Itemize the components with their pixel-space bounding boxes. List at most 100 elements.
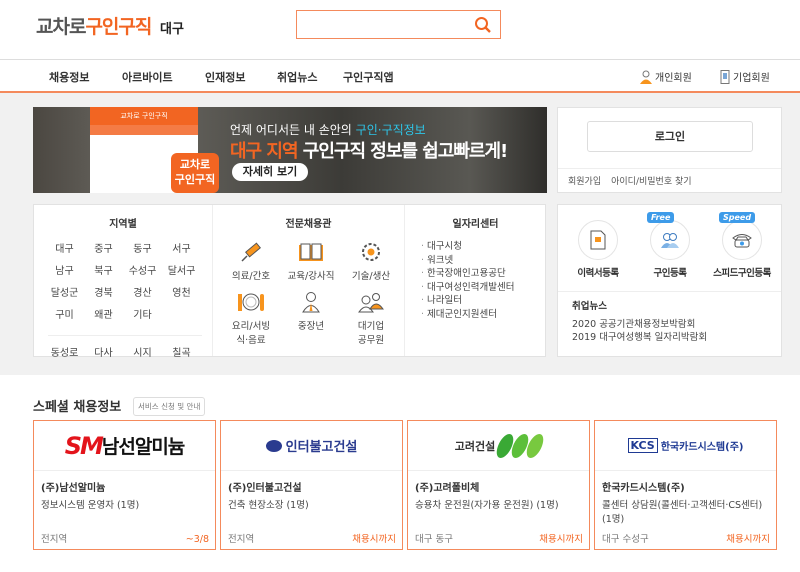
job-location: 대구 동구 [415,534,453,545]
person-tie-icon [281,290,341,314]
job-deadline: 채용시까지 [726,534,770,545]
region-item[interactable]: 왜관 [84,306,123,321]
promo-banner[interactable]: 교차로 구인구직 교차로 구인구직 언제 어디서든 내 손안의 구인·구직정보 대… [33,107,547,193]
region-item[interactable]: 서구 [162,240,201,255]
app-logo: 교차로 구인구직 [171,153,219,193]
jobcenter-label: 대구시청 [427,241,463,252]
nav-news[interactable]: 취업뉴스 [277,69,317,85]
jobcenter-label: 한국장애인고용공단 [427,268,506,279]
news-section: 취업뉴스 2020 공공기관채용정보박람회 2019 대구여성행복 일자리박람회 [558,291,781,344]
news-item[interactable]: 2020 공공기관채용정보박람회 [572,318,781,331]
banner-detail-button[interactable]: 자세히 보기 [232,163,308,181]
login-box: 로그인 회원가입 아이디/비밀번호 찾기 [557,107,782,193]
resume-register-button[interactable]: 이력서등록 [568,220,628,279]
speed-register-button[interactable]: Speed 스피드구인등록 [712,212,772,279]
special-category-label: 요리/서빙 식·음료 [231,321,271,346]
job-card[interactable]: SM 남선알미늄 (주)남선알미늄 정보시스템 운영자 (1명) 전지역 ~3/8 [33,420,216,550]
region-item[interactable]: 동성로 [45,344,84,359]
syringe-icon [221,240,281,264]
job-deadline: 채용시까지 [352,534,396,545]
job-location: 전지역 [228,534,255,545]
job-title: 콜센터 상담원(콜센터·고객센터·CS센터) (1명) [602,500,763,525]
nav-talent[interactable]: 인재정보 [205,69,245,85]
person-icon [640,70,652,84]
jobcenter-label: 제대군인지원센터 [427,308,497,320]
jobcenter-link[interactable]: · 대구여성인력개발센터 [421,281,546,295]
banner-line1: 언제 어디서든 내 손안의 구인·구직정보 [230,123,426,137]
special-category-label: 교육/강사직 [287,271,335,282]
company-logo: SM 남선알미늄 [34,421,215,471]
region-item[interactable]: 수성구 [123,262,162,277]
region-item[interactable]: 중구 [84,240,123,255]
region-item[interactable]: 북구 [84,262,123,277]
company-member-link[interactable]: 기업회원 [720,69,770,84]
jobcenter-section: 일자리센터 · 대구시청 · 워크넷 · 한국장애인고용공단 · 대구여성인력개발센터… [405,205,546,356]
region-item[interactable]: 달성군 [45,284,84,299]
region-item[interactable]: 기타 [123,306,162,321]
document-icon [590,230,606,250]
special-category-label: 기술/생산 [351,271,391,282]
region-item[interactable]: 달서구 [162,262,201,277]
nav-jobs[interactable]: 채용정보 [49,69,89,85]
special-category-label: 중장년 [297,321,325,332]
region-item[interactable]: 경산 [123,284,162,299]
job-title: 승용차 운전원(자가용 운전원) (1명) [415,500,559,511]
job-card[interactable]: KCS 한국카드시스템(주) 한국카드시스템(주) 콜센터 상담원(콜센터·고객센터·… [594,420,777,550]
site-logo[interactable]: 교차로구인구직 [36,12,152,39]
company-name: (주)인터불고건설 [228,483,302,494]
special-category-5[interactable]: 중장년 [281,290,341,346]
nav-parttime[interactable]: 아르바이트 [122,69,173,85]
special-category-2[interactable]: 교육/강사직 [281,240,341,282]
job-register-button[interactable]: Free 구인등록 [640,212,700,279]
region-item[interactable]: 다사 [84,344,123,359]
people-icon [341,290,401,314]
special-section: 전문채용관 의료/간호 교육/강사직 기술/생산 요리/서빙 식·음료 중장년 대기업 공… [213,205,405,356]
region-item[interactable]: 칠곡 [162,344,201,359]
special-category-label: 대기업 공무원 [357,321,385,346]
find-account-link[interactable]: 아이디/비밀번호 찾기 [611,174,691,187]
region-item[interactable]: 남구 [45,262,84,277]
company-name: (주)남선알미늄 [41,483,106,494]
special-category-6[interactable]: 대기업 공무원 [341,290,401,346]
people-icon [661,233,679,248]
special-jobs-title: 스페셜 채용정보 [33,400,122,415]
personal-member-link[interactable]: 개인회원 [640,69,692,84]
region-item[interactable]: 경북 [84,284,123,299]
gear-icon [341,240,401,264]
phone-icon [732,234,752,248]
region-item[interactable]: 동구 [123,240,162,255]
category-panel: 지역별 대구 중구 동구 서구 남구 북구 수성구 달서구 달성군 경북 경산 영천 구미 왜관 기타 동성… [33,204,546,359]
news-item[interactable]: 2019 대구여성행복 일자리박람회 [572,331,781,344]
jobcenter-link[interactable]: · 제대군인지원센터 [421,308,546,322]
signup-link[interactable]: 회원가입 [568,174,601,187]
book-icon [281,240,341,264]
special-category-1[interactable]: 의료/간호 [221,240,281,282]
region-section: 지역별 대구 중구 동구 서구 남구 북구 수성구 달서구 달성군 경북 경산 영천 구미 왜관 기타 동성… [34,205,213,359]
job-card[interactable]: 인터불고건설 (주)인터불고건설 건축 현장소장 (1명) 전지역 채용시까지 [220,420,403,550]
special-category-4[interactable]: 요리/서빙 식·음료 [221,290,281,346]
company-logo: 인터불고건설 [221,421,402,471]
service-guide-button[interactable]: 서비스 신청 및 안내 [133,397,206,416]
job-location: 대구 수성구 [602,534,649,545]
nav-app[interactable]: 구인구직앱 [343,69,394,85]
search-input[interactable] [296,10,501,39]
jobcenter-link[interactable]: · 한국장애인고용공단 [421,267,546,281]
search-icon[interactable] [474,16,492,34]
jobcenter-label: 대구여성인력개발센터 [427,281,515,293]
jobcenter-link[interactable]: · 대구시청 [421,240,546,254]
region-label: 대구 [160,22,184,37]
jobcenter-label: 워크넷 [427,254,454,266]
jobcenter-label: 나라일터 [427,295,463,306]
job-location: 전지역 [41,534,68,545]
special-category-3[interactable]: 기술/생산 [341,240,401,282]
region-item[interactable]: 영천 [162,284,201,299]
region-item[interactable]: 대구 [45,240,84,255]
login-button[interactable]: 로그인 [587,121,753,152]
jobcenter-link[interactable]: · 나라일터 [421,294,546,308]
jobcenter-link[interactable]: · 워크넷 [421,254,546,268]
job-card[interactable]: 고려건설 (주)고려폴비체 승용차 운전원(자가용 운전원) (1명) 대구 동구 채용… [407,420,590,550]
region-item[interactable]: 구미 [45,306,84,321]
building-icon [720,69,730,84]
region-item[interactable]: 시지 [123,344,162,359]
job-deadline: 채용시까지 [539,534,583,545]
